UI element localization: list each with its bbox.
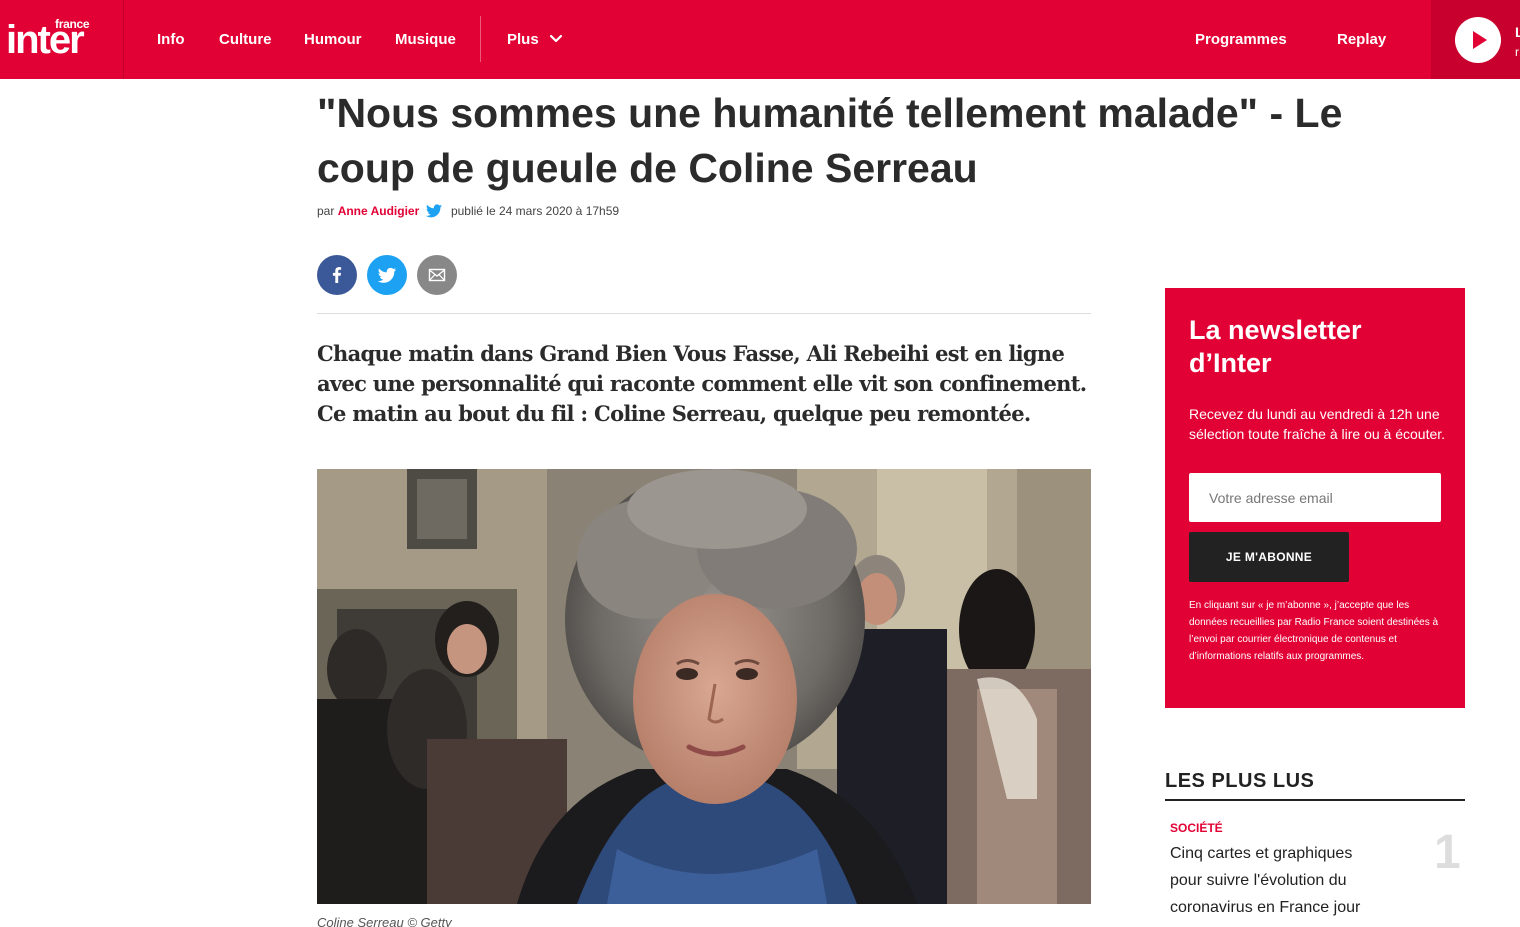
most-read-rule xyxy=(1165,799,1465,801)
article-byline: par Anne Audigier publié le 24 mars 2020… xyxy=(317,203,619,219)
author-twitter-icon[interactable] xyxy=(425,204,442,218)
article-photo[interactable] xyxy=(317,469,1091,904)
top-navigation-bar: france inter Info Culture Humour Musique… xyxy=(0,0,1520,79)
photo-caption: Coline Serreau © Getty xyxy=(317,915,452,927)
player-sublabel: r xyxy=(1515,45,1519,59)
author-link[interactable]: Anne Audigier xyxy=(338,204,420,218)
share-twitter-button[interactable] xyxy=(367,255,407,295)
nav-item-plus[interactable]: Plus xyxy=(507,30,539,50)
newsletter-title: La newsletter d’Inter xyxy=(1189,315,1362,378)
nav-item-programmes[interactable]: Programmes xyxy=(1195,30,1287,50)
most-read-link[interactable]: Cinq cartes et graphiques pour suivre l'… xyxy=(1170,840,1385,921)
publication-date: publié le 24 mars 2020 à 17h59 xyxy=(450,204,620,218)
france-inter-logo[interactable]: france inter xyxy=(0,0,124,79)
portrait-illustration xyxy=(317,469,1091,904)
play-icon xyxy=(1473,31,1487,49)
share-email-button[interactable] xyxy=(417,255,457,295)
nav-item-info[interactable]: Info xyxy=(157,30,185,50)
article-divider xyxy=(317,313,1091,314)
nav-item-musique[interactable]: Musique xyxy=(395,30,456,50)
facebook-icon xyxy=(332,267,342,283)
newsletter-email-input[interactable] xyxy=(1189,473,1441,522)
most-read-title: LES PLUS LUS xyxy=(1165,770,1315,792)
newsletter-description: Recevez du lundi au vendredi à 12h une s… xyxy=(1189,406,1446,442)
most-read-rank: 1 xyxy=(1434,826,1461,879)
mail-icon xyxy=(428,268,446,282)
share-facebook-button[interactable] xyxy=(317,255,357,295)
player-label: L xyxy=(1515,24,1520,40)
chevron-down-icon[interactable] xyxy=(549,32,563,46)
nav-separator xyxy=(480,16,481,62)
byline-prefix: par xyxy=(317,204,335,218)
twitter-icon xyxy=(377,267,397,283)
newsletter-box: La newsletter d’Inter Recevez du lundi a… xyxy=(1165,288,1465,708)
nav-item-culture[interactable]: Culture xyxy=(219,30,272,50)
play-button[interactable] xyxy=(1455,17,1501,63)
logo-big-text: inter xyxy=(6,18,85,62)
subscribe-button[interactable]: JE M'ABONNE xyxy=(1189,532,1349,582)
most-read-category[interactable]: SOCIÉTÉ xyxy=(1170,821,1223,835)
live-player: L r xyxy=(1431,0,1520,79)
nav-item-replay[interactable]: Replay xyxy=(1337,30,1386,50)
article-title: "Nous sommes une humanité tellement mala… xyxy=(317,90,1343,191)
nav-item-humour[interactable]: Humour xyxy=(304,30,362,50)
article-chapo: Chaque matin dans Grand Bien Vous Fasse,… xyxy=(317,341,1087,426)
newsletter-legal-text: En cliquant sur « je m’abonne », j’accep… xyxy=(1189,600,1439,662)
